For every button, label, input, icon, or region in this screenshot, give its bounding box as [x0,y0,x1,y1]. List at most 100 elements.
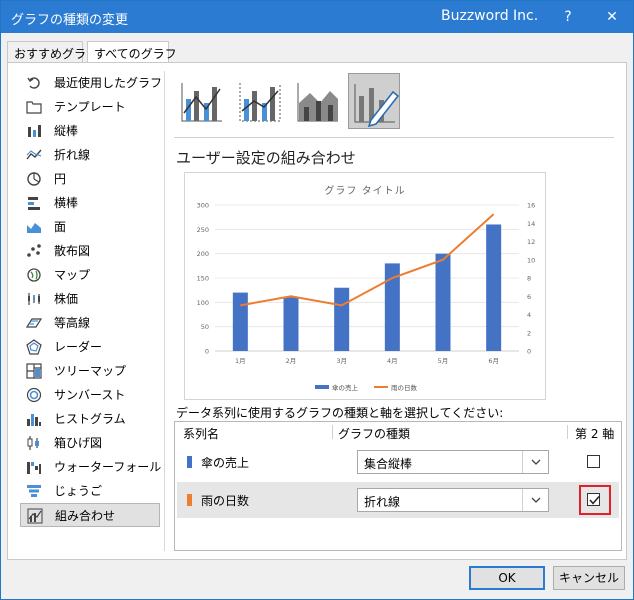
bar [232,292,248,351]
boxplot-icon [27,436,39,450]
chevron-down-icon [531,459,541,465]
chart-preview: グラフ タイトル 0 50 100 150 200 250 300 0 2 4 6 8 10 12 14 16… [184,172,546,400]
tab-recommended[interactable]: おすすめグラフ [7,41,98,63]
clustered-column-line-thumb[interactable] [176,73,228,129]
sidebar-item-label: 組み合わせ [55,509,116,523]
tab-all-charts[interactable]: すべてのグラフ [87,41,177,64]
sidebar-item-label: 縦棒 [54,124,79,138]
sunburst-icon [26,387,42,403]
sidebar-item-label: テンプレート [54,100,126,114]
bar [435,253,451,351]
chart-type-select[interactable]: 折れ線 [357,488,549,512]
y-left-tick-label: 50 [201,323,209,331]
y-left-tick-label: 150 [197,275,209,283]
close-button[interactable]: ✕ [601,6,623,28]
chart-category-list: 最近使用したグラフ テンプレート 縦棒 折れ線 円 横棒 面 散布図 マップ 株… [20,71,162,527]
column-chart-icon [28,125,41,137]
sidebar-item-label: ヒストグラム [54,412,126,426]
legend-label-bar: 傘の売上 [332,383,359,392]
sidebar-item-map[interactable]: マップ [20,263,160,287]
sidebar-item-recent[interactable]: 最近使用したグラフ [20,71,162,95]
combo-chart-svg: グラフ タイトル 0 50 100 150 200 250 300 0 2 4 6 8 10 12 14 16… [197,184,536,392]
sidebar-item-boxplot[interactable]: 箱ひげ図 [20,431,160,455]
sidebar-item-column[interactable]: 縦棒 [20,119,160,143]
y-left-tick-label: 0 [205,348,209,356]
col-header-secondary-axis: 第 2 軸 [575,427,615,441]
folder-icon [26,101,42,114]
sidebar-item-templates[interactable]: テンプレート [20,95,160,119]
sidebar-item-bar[interactable]: 横棒 [20,191,160,215]
dropdown-arrow[interactable] [522,451,548,473]
x-tick-label: 2月 [286,357,297,365]
sidebar-item-surface[interactable]: 等高線 [20,311,160,335]
x-tick-label: 4月 [387,357,398,365]
secondary-axis-checkbox[interactable] [587,493,600,506]
col-header-series: 系列名 [183,427,220,441]
chart-legend: 傘の売上 雨の日数 [315,383,418,392]
y-right-tick-label: 10 [527,256,535,264]
sidebar-item-label: 散布図 [54,244,91,258]
series-color-swatch [187,456,192,468]
sidebar-item-pie[interactable]: 円 [20,167,160,191]
sidebar-item-combo[interactable]: 組み合わせ [20,503,160,527]
clustered-column-line-secondary-thumb[interactable] [234,73,286,129]
series-color-swatch [187,494,192,506]
company-name: Buzzword Inc. [441,8,539,24]
y-left-tick-label: 300 [197,202,209,210]
radar-chart-icon [26,339,42,355]
sidebar-item-area[interactable]: 面 [20,215,160,239]
sidebar-item-sunburst[interactable]: サンバースト [20,383,160,407]
sidebar-item-label: マップ [54,268,91,282]
sidebar-item-label: 株価 [54,292,79,306]
funnel-icon [27,485,41,497]
y-left-tick-label: 200 [197,250,209,258]
y-right-tick-label: 16 [527,202,535,210]
checkmark-icon [589,496,600,505]
secondary-axis-checkbox[interactable] [587,455,600,468]
dropdown-arrow[interactable] [522,489,548,511]
chart-type-value: 集合縦棒 [364,457,413,471]
x-tick-label: 5月 [438,357,449,365]
chevron-down-icon [531,497,541,503]
sidebar-item-label: 円 [54,172,67,186]
y-right-tick-label: 4 [527,311,531,319]
area-column-icon [297,83,338,122]
series-name: 雨の日数 [201,494,250,508]
waterfall-icon [27,462,41,474]
scatter-chart-icon [27,244,41,257]
sidebar-item-histogram[interactable]: ヒストグラム [20,407,160,431]
column-line-secondary-axis-icon [239,83,281,122]
custom-combination-thumb[interactable] [348,73,400,129]
surface-chart-icon [26,318,42,328]
section-title: ユーザー設定の組み合わせ [176,149,356,167]
cancel-button[interactable]: キャンセル [553,566,625,590]
sidebar-item-waterfall[interactable]: ウォーターフォール [20,455,162,479]
bar-chart-icon [28,197,40,210]
legend-swatch-bar [315,385,329,389]
treemap-icon [26,363,42,379]
title-bar: グラフの種類の変更 Buzzword Inc. ? ✕ [1,1,633,33]
sidebar-item-stock[interactable]: 株価 [20,287,160,311]
series-grid: 系列名 グラフの種類 第 2 軸 傘の売上 集合縦棒 雨の日数 折れ線 [174,421,622,551]
help-button[interactable]: ? [557,6,579,28]
sidebar-item-line[interactable]: 折れ線 [20,143,160,167]
chart-type-select[interactable]: 集合縦棒 [357,450,549,474]
col-header-type: グラフの種類 [338,427,411,441]
sidebar-item-label: ウォーターフォール [54,460,162,474]
y-right-tick-label: 12 [527,238,535,246]
sidebar-item-label: 箱ひげ図 [54,436,103,450]
series-line [240,213,495,307]
dialog-title: グラフの種類の変更 [11,13,129,28]
sidebar-item-radar[interactable]: レーダー [20,335,160,359]
series-row-umbrella-sales: 傘の売上 集合縦棒 [177,444,619,480]
bar [486,224,502,351]
stacked-area-column-thumb[interactable] [292,73,344,129]
line-chart-icon [26,149,42,160]
sidebar-item-funnel[interactable]: じょうご [20,479,160,503]
legend-label-line: 雨の日数 [391,383,418,392]
sidebar-item-label: 折れ線 [54,148,91,162]
sidebar-item-scatter[interactable]: 散布図 [20,239,160,263]
ok-button[interactable]: OK [469,566,545,590]
sidebar-item-treemap[interactable]: ツリーマップ [20,359,160,383]
chart-type-value: 折れ線 [364,495,401,509]
